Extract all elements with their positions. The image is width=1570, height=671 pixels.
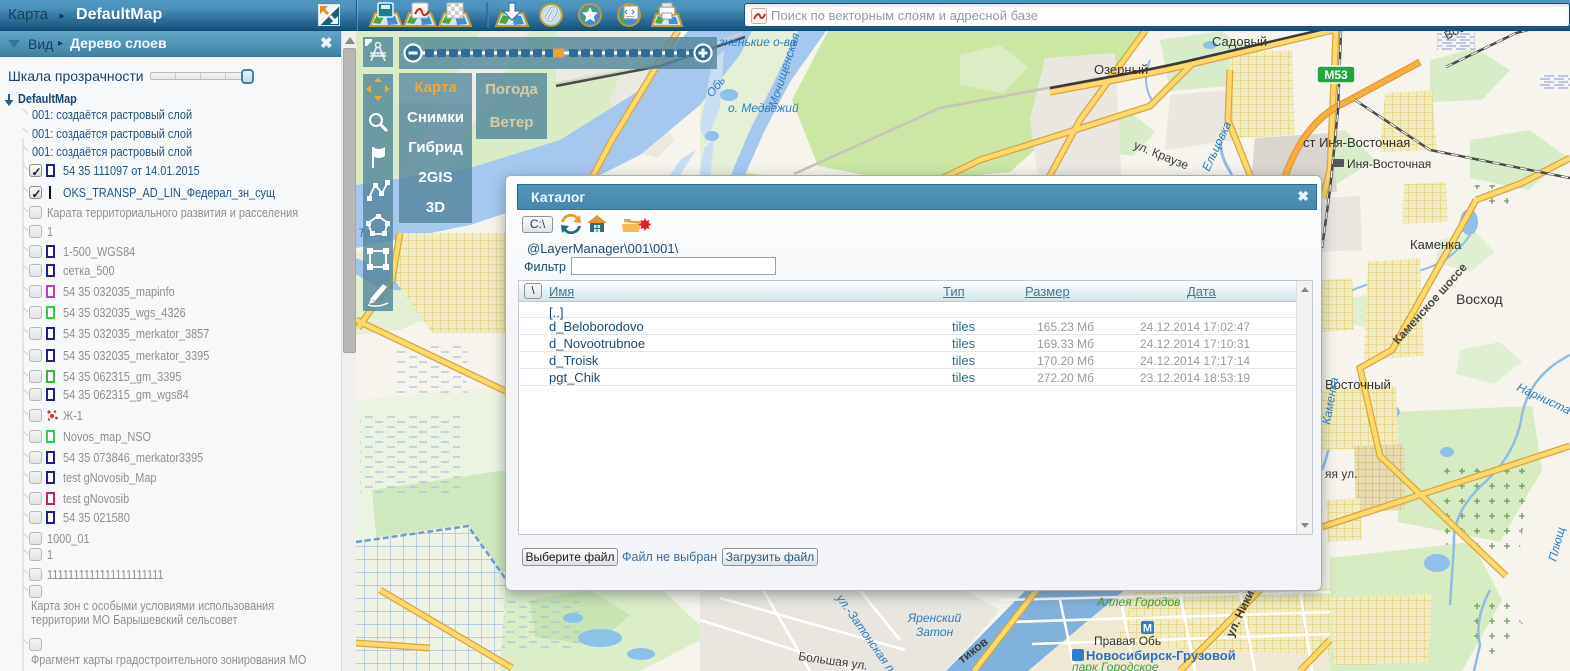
svg-text:яя ул.: яя ул. <box>1325 467 1357 481</box>
svg-text:Затон: Затон <box>916 625 954 639</box>
svg-text:Озерный: Озерный <box>1094 62 1148 77</box>
svg-text:Правая Обь: Правая Обь <box>1094 634 1161 648</box>
svg-text:ст Иня-Восточная: ст Иня-Восточная <box>1303 135 1410 150</box>
svg-text:Восход: Восход <box>1456 291 1503 307</box>
svg-text:Садовый: Садовый <box>1212 34 1267 49</box>
svg-text:Аллея Городов: Аллея Городов <box>1096 595 1180 609</box>
svg-text:Новосибирск-Грузовой: Новосибирск-Грузовой <box>1086 648 1236 663</box>
svg-text:зненькие о-ва: зненькие о-ва <box>718 35 797 49</box>
svg-text:Яренский: Яренский <box>907 611 961 625</box>
svg-text:М53: М53 <box>1324 68 1348 82</box>
svg-text:о. Медвежий: о. Медвежий <box>728 101 799 115</box>
svg-text:Иня-Восточная: Иня-Восточная <box>1347 157 1431 171</box>
svg-text:М: М <box>1143 623 1152 635</box>
svg-text:Каменка: Каменка <box>1410 237 1462 252</box>
